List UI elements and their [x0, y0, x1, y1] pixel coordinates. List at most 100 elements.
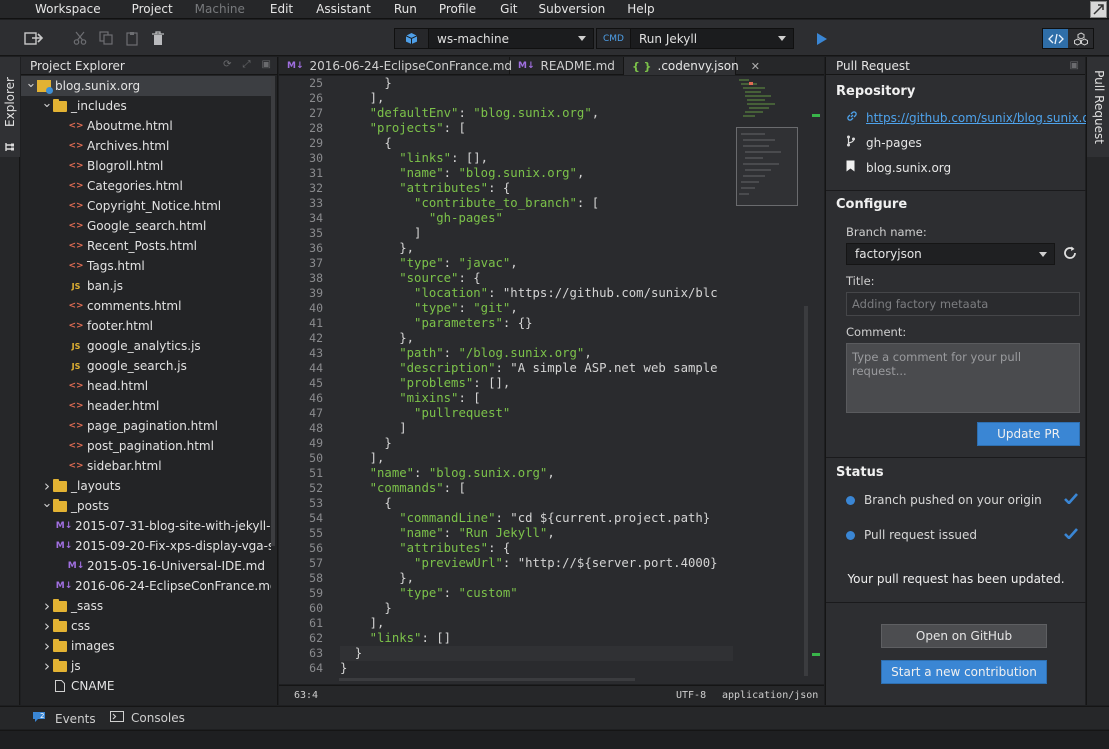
code-line[interactable]: },: [340, 331, 733, 346]
consoles-tab[interactable]: Consoles: [110, 711, 185, 725]
expand-icon[interactable]: [1090, 1, 1107, 18]
tree-file[interactable]: CNAME: [21, 676, 271, 696]
chevron-right-icon[interactable]: ›: [41, 657, 53, 675]
close-icon[interactable]: ✕: [751, 60, 760, 73]
refresh-icon[interactable]: ⟳: [223, 59, 231, 70]
menu-item-workspace[interactable]: Workspace: [0, 2, 101, 16]
code-line[interactable]: "attributes": {: [340, 181, 733, 196]
cut-icon[interactable]: [70, 28, 90, 48]
tree-folder[interactable]: ⌄ blog.sunix.org: [21, 76, 271, 96]
code-line[interactable]: "projects": [: [340, 121, 733, 136]
tree-file[interactable]: <> post_pagination.html: [21, 436, 271, 456]
tree-folder[interactable]: › css: [21, 616, 271, 636]
chevron-down-icon[interactable]: ⌄: [41, 496, 53, 511]
command-selector[interactable]: CMD Run Jekyll: [596, 28, 794, 49]
code-line[interactable]: "name": "Run Jekyll",: [340, 526, 733, 541]
tree-file[interactable]: <> Blogroll.html: [21, 156, 271, 176]
menu-item-machine[interactable]: Machine: [173, 2, 245, 16]
run-button[interactable]: [810, 28, 834, 49]
minimize-icon[interactable]: ▣: [262, 59, 271, 70]
tree-file[interactable]: <> Recent_Posts.html: [21, 236, 271, 256]
tree-file[interactable]: JS google_search.js: [21, 356, 271, 376]
chevron-right-icon[interactable]: ›: [41, 597, 53, 615]
import-project-icon[interactable]: [22, 28, 46, 48]
tree-folder[interactable]: › _sass: [21, 596, 271, 616]
code-line[interactable]: "problems": [],: [340, 376, 733, 391]
code-line[interactable]: "path": "/blog.sunix.org",: [340, 346, 733, 361]
code-line[interactable]: {: [340, 136, 733, 151]
tree-file[interactable]: <> sidebar.html: [21, 456, 271, 476]
minimap-viewport[interactable]: [736, 127, 798, 206]
chevron-down-icon[interactable]: ⌄: [41, 96, 53, 111]
editor-tab[interactable]: { } .codenvy.json ✕: [624, 57, 760, 75]
code-line[interactable]: "name": "blog.sunix.org",: [340, 166, 733, 181]
events-tab[interactable]: 2 Events: [32, 711, 96, 726]
code-line[interactable]: "location": "https://github.com/sunix/bl…: [340, 286, 733, 301]
title-input[interactable]: Adding factory metaata: [846, 292, 1080, 316]
start-new-contribution-button[interactable]: Start a new contribution: [881, 660, 1047, 684]
code-line[interactable]: "links": []: [340, 631, 733, 646]
machine-selector[interactable]: ws-machine: [394, 28, 594, 49]
tree-folder[interactable]: › js: [21, 656, 271, 676]
tree-file[interactable]: <> Aboutme.html: [21, 116, 271, 136]
tree-folder[interactable]: ⌄ _posts: [21, 496, 271, 516]
code-line[interactable]: }: [340, 436, 733, 451]
code-line[interactable]: "attributes": {: [340, 541, 733, 556]
pull-request-side-tab[interactable]: Pull Request: [1087, 57, 1109, 157]
tree-file[interactable]: <> Archives.html: [21, 136, 271, 156]
code-content[interactable]: } ], "defaultEnv": "blog.sunix.org", "pr…: [340, 76, 733, 684]
tree-file[interactable]: JS google_analytics.js: [21, 336, 271, 356]
code-line[interactable]: }: [340, 646, 733, 661]
menu-item-profile[interactable]: Profile: [417, 2, 476, 16]
tree-file[interactable]: <> page_pagination.html: [21, 416, 271, 436]
tree-file[interactable]: <> comments.html: [21, 296, 271, 316]
code-line[interactable]: ],: [340, 91, 733, 106]
tree-file[interactable]: M↓ 2016-06-24-EclipseConFrance.md: [21, 576, 271, 596]
chevron-right-icon[interactable]: ›: [41, 477, 53, 495]
menu-item-run[interactable]: Run: [371, 2, 417, 16]
code-line[interactable]: "description": "A simple ASP.net web sam…: [340, 361, 733, 376]
open-on-github-button[interactable]: Open on GitHub: [881, 624, 1047, 648]
menu-item-project[interactable]: Project: [101, 2, 173, 16]
menu-item-assistant[interactable]: Assistant: [293, 2, 371, 16]
tree-folder[interactable]: › _layouts: [21, 476, 271, 496]
tree-folder[interactable]: › images: [21, 636, 271, 656]
branch-name-select[interactable]: factoryjson: [846, 243, 1055, 265]
code-line[interactable]: }: [340, 601, 733, 616]
tree-file[interactable]: M↓2015-09-20-Fix-xps-display-vga-scree: [21, 536, 271, 556]
code-line[interactable]: },: [340, 571, 733, 586]
tree-file[interactable]: JS ban.js: [21, 276, 271, 296]
code-line[interactable]: "parameters": {}: [340, 316, 733, 331]
chevron-right-icon[interactable]: ›: [41, 617, 53, 635]
code-line[interactable]: "previewUrl": "http://${server.port.4000…: [340, 556, 733, 571]
menu-item-edit[interactable]: Edit: [245, 2, 293, 16]
tree-scrollbar[interactable]: [271, 76, 275, 546]
code-line[interactable]: },: [340, 241, 733, 256]
editor-vertical-scrollbar[interactable]: [804, 306, 808, 676]
tree-file[interactable]: <> head.html: [21, 376, 271, 396]
editor-tab[interactable]: M↓ 2016-06-24-EclipseConFrance.md: [279, 57, 512, 75]
code-line[interactable]: "type": "git",: [340, 301, 733, 316]
delete-icon[interactable]: [148, 28, 168, 48]
code-line[interactable]: "type": "javac",: [340, 256, 733, 271]
code-line[interactable]: "defaultEnv": "blog.sunix.org",: [340, 106, 733, 121]
code-editor[interactable]: 25 26 27 28 29 30 31 32 33 34 35 36 37 38 39 40 41 42 43 44…: [279, 76, 824, 684]
overview-marker-top[interactable]: [812, 114, 820, 117]
code-perspective-button[interactable]: [1043, 29, 1068, 48]
tree-file[interactable]: <> header.html: [21, 396, 271, 416]
comment-input[interactable]: Type a comment for your pull request...: [846, 343, 1080, 413]
code-line[interactable]: "mixins": [: [340, 391, 733, 406]
code-line[interactable]: ],: [340, 616, 733, 631]
copy-icon[interactable]: [96, 28, 116, 48]
update-pr-button[interactable]: Update PR: [977, 422, 1080, 446]
repository-link[interactable]: https://github.com/sunix/blog.sunix.org.…: [866, 111, 1109, 125]
tree-file[interactable]: M↓ 2015-05-16-Universal-IDE.md: [21, 556, 271, 576]
paste-icon[interactable]: [122, 28, 142, 48]
code-line[interactable]: "commands": [: [340, 481, 733, 496]
code-line[interactable]: "name": "blog.sunix.org",: [340, 466, 733, 481]
tree-file[interactable]: <> Google_search.html: [21, 216, 271, 236]
code-line[interactable]: "gh-pages": [340, 211, 733, 226]
tree-file[interactable]: <> Copyright_Notice.html: [21, 196, 271, 216]
menu-item-help[interactable]: Help: [605, 2, 654, 16]
chevron-down-icon[interactable]: ⌄: [25, 76, 37, 91]
